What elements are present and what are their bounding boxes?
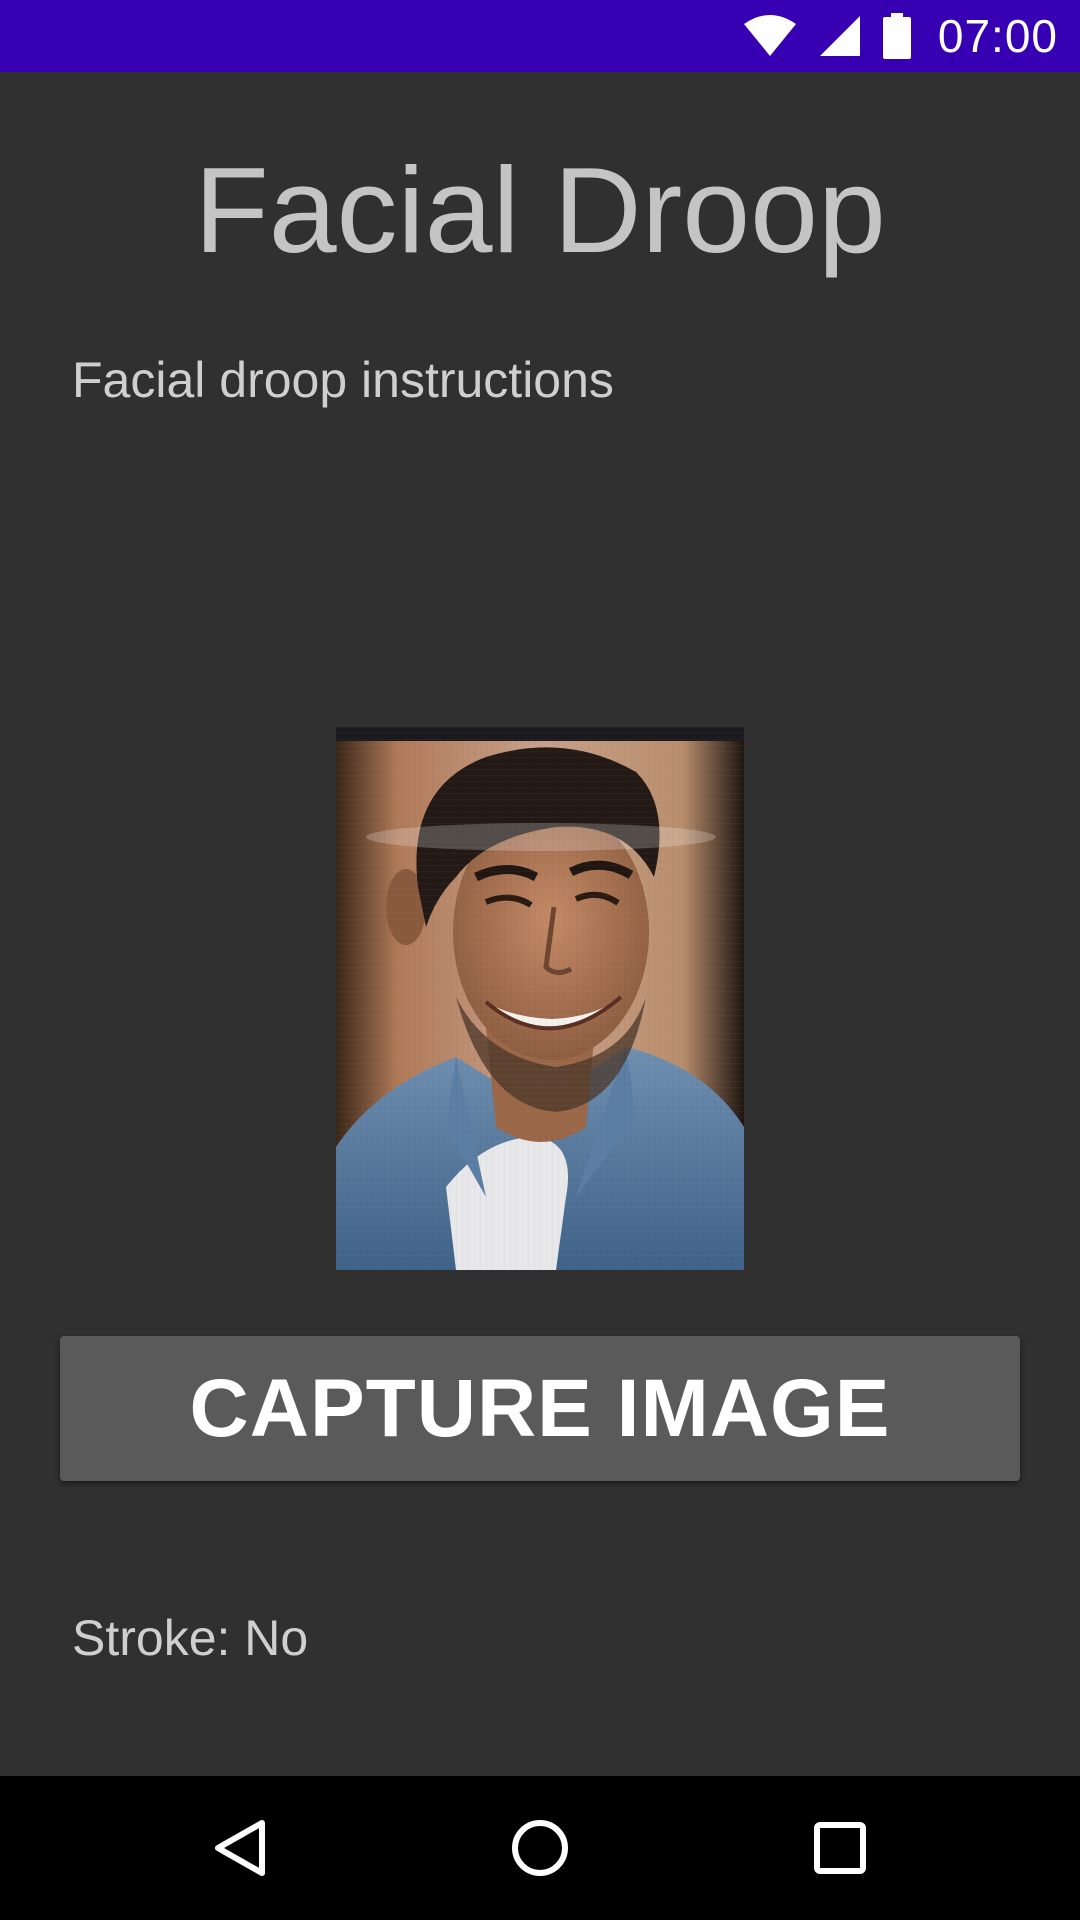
nav-recents-button[interactable] bbox=[760, 1776, 920, 1920]
wifi-icon bbox=[743, 15, 796, 56]
cell-signal-icon bbox=[819, 16, 860, 56]
page-title: Facial Droop bbox=[194, 142, 886, 278]
navigation-bar bbox=[0, 1776, 1080, 1920]
status-icons: 07:00 bbox=[742, 0, 1058, 72]
instructions-text: Facial droop instructions bbox=[72, 352, 614, 408]
status-time: 07:00 bbox=[937, 10, 1058, 62]
recents-icon bbox=[814, 1822, 866, 1874]
stroke-result-text: Stroke: No bbox=[72, 1610, 309, 1666]
battery-icon bbox=[882, 13, 911, 59]
capture-image-button[interactable]: CAPTURE IMAGE bbox=[60, 1336, 1020, 1481]
status-bar: 07:00 bbox=[0, 0, 1080, 72]
back-icon bbox=[215, 1820, 265, 1876]
home-icon bbox=[512, 1820, 568, 1876]
nav-home-button[interactable] bbox=[460, 1776, 620, 1920]
captured-face-photo bbox=[336, 727, 744, 1270]
app-screen: 07:00 Facial Droop Facial droop instruct… bbox=[0, 0, 1080, 1920]
nav-back-button[interactable] bbox=[160, 1776, 320, 1920]
